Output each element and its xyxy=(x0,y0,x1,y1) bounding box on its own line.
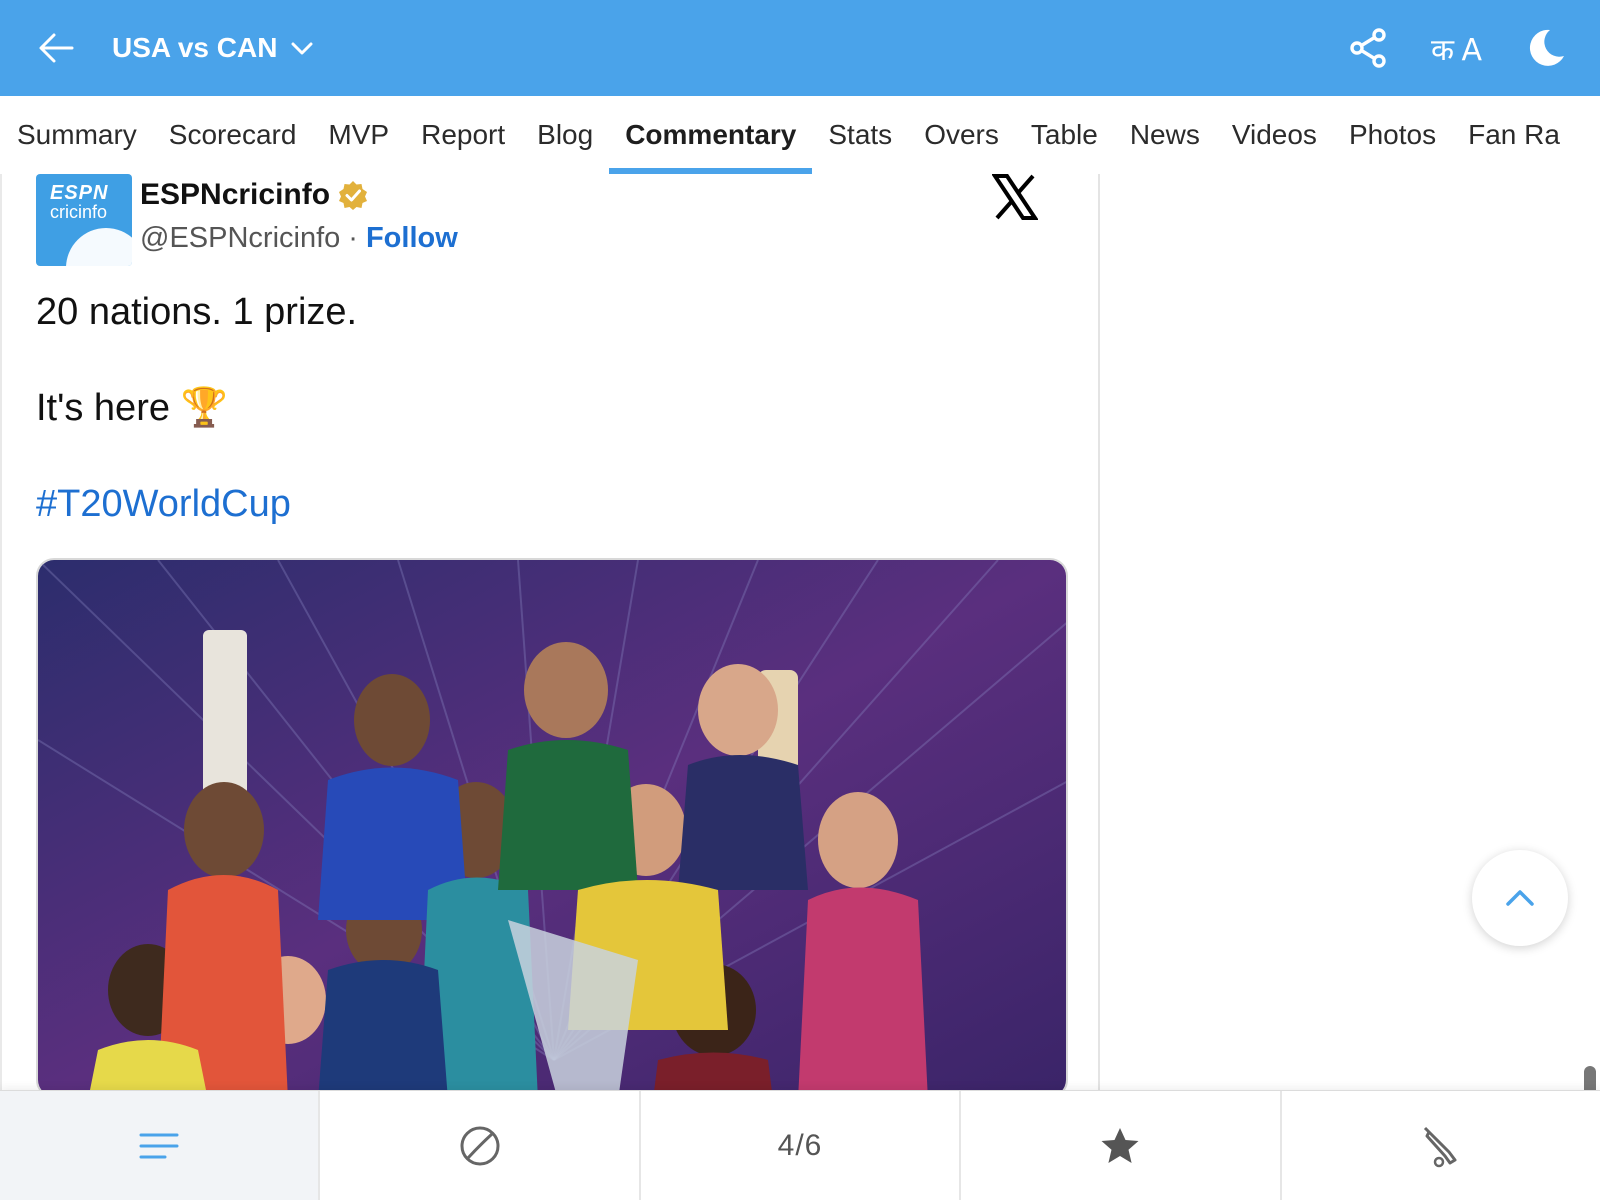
tab-label: News xyxy=(1129,119,1200,150)
separator: · xyxy=(348,222,358,254)
moon-icon xyxy=(1529,29,1564,66)
bottom-navigation: 4/6 xyxy=(0,1090,1600,1200)
back-arrow-icon xyxy=(39,33,74,63)
match-title: USA vs CAN xyxy=(112,32,278,63)
commentary-feed: ESPN cricinfo ESPNcricinfo @ESPNcricinfo… xyxy=(0,174,1100,1090)
tab-label: Commentary xyxy=(625,119,797,150)
language-icon: क A xyxy=(1430,32,1482,68)
x-logo-icon[interactable] xyxy=(992,174,1038,220)
nav-batting[interactable] xyxy=(1282,1091,1600,1200)
author-name: ESPNcricinfo xyxy=(140,178,331,211)
tweet-header: ESPN cricinfo ESPNcricinfo @ESPNcricinfo… xyxy=(36,174,1068,270)
cricket-ball-icon xyxy=(66,228,132,266)
sidebar-empty xyxy=(1102,174,1600,1090)
page-indicator: 4/6 xyxy=(777,1128,823,1162)
tab-news[interactable]: News xyxy=(1114,96,1216,174)
verified-badge-icon xyxy=(339,181,368,210)
tab-label: Scorecard xyxy=(168,119,297,150)
nav-favorites[interactable] xyxy=(961,1091,1282,1200)
avatar-logo-subtext: cricinfo xyxy=(50,202,108,222)
tab-photos[interactable]: Photos xyxy=(1333,96,1452,174)
match-selector[interactable]: USA vs CAN xyxy=(112,0,313,96)
author[interactable]: ESPNcricinfo xyxy=(140,178,368,212)
share-icon xyxy=(1350,28,1386,68)
tab-label: Report xyxy=(421,119,506,150)
top-app-bar: USA vs CAN क A xyxy=(0,0,1600,96)
star-icon xyxy=(1101,1127,1139,1163)
hashtag-link[interactable]: #T20WorldCup xyxy=(36,483,291,525)
tab-videos[interactable]: Videos xyxy=(1216,96,1333,174)
tab-blog[interactable]: Blog xyxy=(521,96,609,174)
back-button[interactable] xyxy=(34,24,78,72)
nav-menu[interactable] xyxy=(0,1091,321,1200)
avatar[interactable]: ESPN cricinfo xyxy=(36,174,132,266)
tab-mvp[interactable]: MVP xyxy=(312,96,405,174)
tab-label: MVP xyxy=(328,119,390,150)
tab-table[interactable]: Table xyxy=(1015,96,1114,174)
menu-icon xyxy=(139,1133,179,1158)
tab-label: Photos xyxy=(1348,119,1437,150)
tab-overs[interactable]: Overs xyxy=(908,96,1015,174)
author-handle[interactable]: @ESPNcricinfo xyxy=(140,222,340,255)
tab-label: Videos xyxy=(1231,119,1317,150)
tweet-body: 20 nations. 1 prize. It's here 🏆 #T20Wor… xyxy=(36,288,1068,528)
tab-label: Fan Ra xyxy=(1468,119,1560,150)
tab-label: Stats xyxy=(828,119,893,150)
ball-icon xyxy=(460,1126,500,1165)
follow-button[interactable]: Follow xyxy=(366,222,458,255)
embedded-tweet: ESPN cricinfo ESPNcricinfo @ESPNcricinfo… xyxy=(36,174,1068,1090)
tab-commentary[interactable]: Commentary xyxy=(609,96,813,174)
tab-fan-ratings[interactable]: Fan Ra xyxy=(1452,96,1576,174)
language-toggle[interactable]: क A xyxy=(1430,22,1482,74)
tab-report[interactable]: Report xyxy=(405,96,521,174)
tab-stats[interactable]: Stats xyxy=(812,96,908,174)
tab-scorecard[interactable]: Scorecard xyxy=(153,96,313,174)
tab-summary[interactable]: Summary xyxy=(0,96,153,174)
handle-row: @ESPNcricinfo · Follow xyxy=(140,222,458,255)
nav-live[interactable] xyxy=(320,1091,641,1200)
chevron-up-icon xyxy=(1506,890,1534,906)
tweet-image[interactable] xyxy=(36,558,1068,1090)
cricket-bat-icon xyxy=(1423,1126,1457,1167)
team-players-image xyxy=(38,560,1066,1090)
nav-page-indicator[interactable]: 4/6 xyxy=(641,1091,962,1200)
header-actions: क A xyxy=(1342,0,1570,96)
match-tabs: Summary Scorecard MVP Report Blog Commen… xyxy=(0,96,1600,174)
tab-label: Summary xyxy=(17,119,137,150)
scroll-to-top-button[interactable] xyxy=(1472,850,1568,946)
tab-label: Blog xyxy=(537,119,594,150)
chevron-down-icon xyxy=(291,42,313,55)
share-button[interactable] xyxy=(1342,22,1394,74)
tab-label: Overs xyxy=(924,119,999,150)
tweet-line: It's here 🏆 xyxy=(36,387,228,429)
tab-label: Table xyxy=(1030,119,1098,150)
tweet-line: 20 nations. 1 prize. xyxy=(36,291,358,333)
dark-mode-toggle[interactable] xyxy=(1518,22,1570,74)
